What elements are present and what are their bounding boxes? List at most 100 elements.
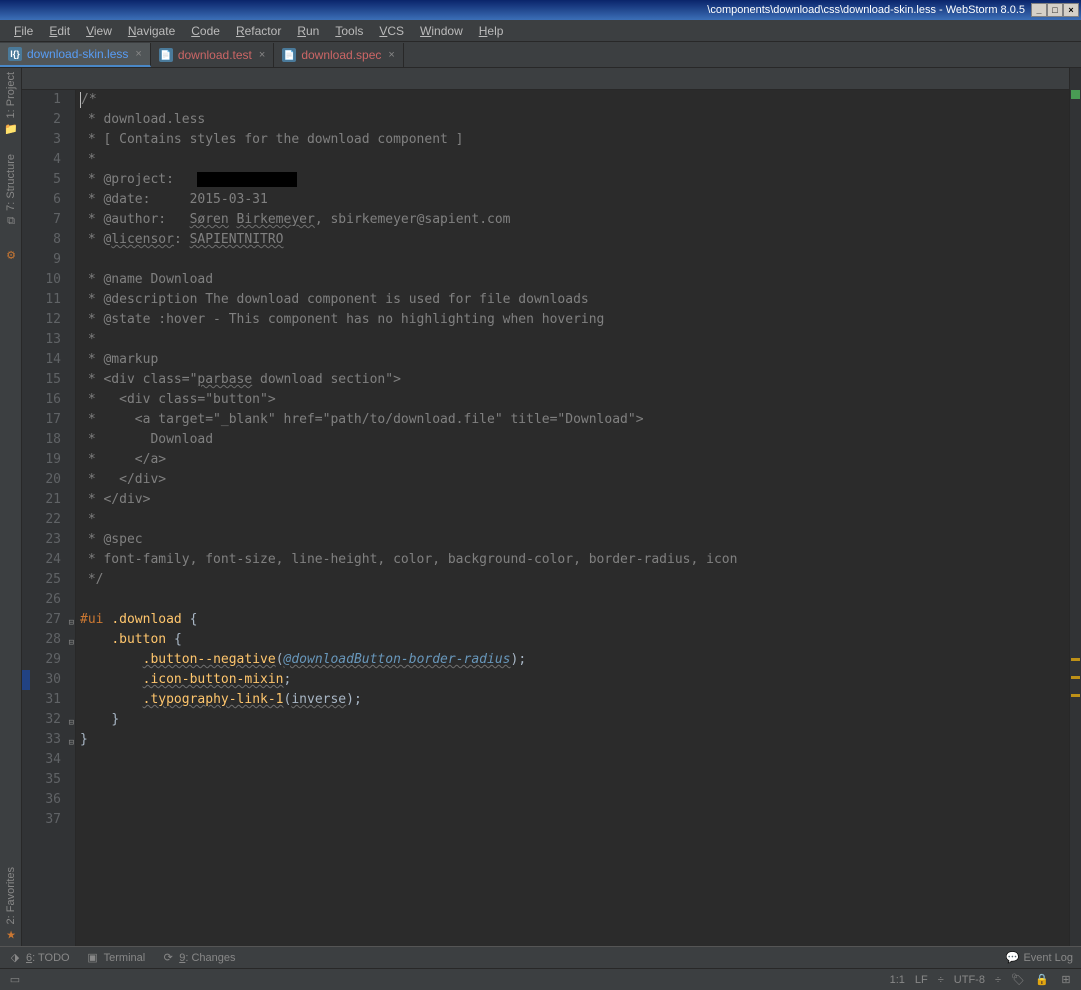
tool-terminal[interactable]: ▣Terminal (86, 951, 146, 965)
event-log-button[interactable]: 💬 Event Log (1005, 951, 1073, 965)
menu-view[interactable]: View (78, 21, 120, 41)
line-number: 10 (22, 270, 75, 290)
close-icon[interactable]: × (388, 49, 394, 61)
tab-download-spec[interactable]: 📄download.spec× (274, 43, 404, 67)
code-line[interactable]: .typography-link-1(inverse); (80, 690, 1069, 710)
rail--project[interactable]: 📁1: Project (4, 72, 18, 136)
line-number: 14 (22, 350, 75, 370)
code-line[interactable]: * </div> (80, 490, 1069, 510)
code-line[interactable]: * (80, 150, 1069, 170)
tab-label: download-skin.less (27, 47, 128, 61)
code-line[interactable] (80, 250, 1069, 270)
line-number: 18 (22, 430, 75, 450)
menu-edit[interactable]: Edit (41, 21, 78, 41)
tool--todo[interactable]: ⬗6: TODO (8, 951, 70, 965)
code-line[interactable]: .button { (80, 630, 1069, 650)
code-line[interactable] (80, 770, 1069, 790)
tab-download-test[interactable]: 📄download.test× (151, 43, 275, 67)
titlebar: \components\download\css\download-skin.l… (0, 0, 1081, 20)
code-line[interactable]: * download.less (80, 110, 1069, 130)
line-number: 19 (22, 450, 75, 470)
line-number: 7 (22, 210, 75, 230)
lock-icon[interactable]: 🔒 (1035, 973, 1049, 987)
minimize-button[interactable]: _ (1031, 3, 1047, 17)
code-line[interactable]: */ (80, 570, 1069, 590)
line-number: 1 (22, 90, 75, 110)
code-line[interactable]: * @spec (80, 530, 1069, 550)
warning-marker[interactable] (1071, 694, 1080, 697)
menubar: FileEditViewNavigateCodeRefactorRunTools… (0, 20, 1081, 42)
menu-help[interactable]: Help (471, 21, 512, 41)
code-line[interactable]: * <div class="parbase download section"> (80, 370, 1069, 390)
change-marker (22, 670, 30, 690)
code-line[interactable]: * @state :hover - This component has no … (80, 310, 1069, 330)
code-line[interactable]: * @markup (80, 350, 1069, 370)
rail--structure[interactable]: ⧉7: Structure (4, 154, 18, 229)
line-number: 11 (22, 290, 75, 310)
inspection-icon[interactable]: 🏷 (1011, 973, 1025, 987)
line-number: 21 (22, 490, 75, 510)
tab-download-skin-less[interactable]: l{}download-skin.less× (0, 43, 151, 67)
line-number: 16 (22, 390, 75, 410)
rail--favorites[interactable]: ★2: Favorites (4, 867, 18, 942)
menu-code[interactable]: Code (183, 21, 228, 41)
code-line[interactable]: * @date: 2015-03-31 (80, 190, 1069, 210)
menu-file[interactable]: File (6, 21, 41, 41)
menu-refactor[interactable]: Refactor (228, 21, 289, 41)
maximize-button[interactable]: □ (1047, 3, 1063, 17)
line-number: 27⊟ (22, 610, 75, 630)
code-line[interactable]: * @description The download component is… (80, 290, 1069, 310)
close-icon[interactable]: × (135, 48, 141, 60)
code-line[interactable]: * @name Download (80, 270, 1069, 290)
error-stripe[interactable] (1069, 68, 1081, 946)
code-line[interactable]: .icon-button-mixin; (80, 670, 1069, 690)
tool-label: 9: Changes (179, 952, 235, 964)
line-number: 37 (22, 810, 75, 830)
code-line[interactable]: * <div class="button"> (80, 390, 1069, 410)
code-line[interactable]: * </div> (80, 470, 1069, 490)
line-number: 24 (22, 550, 75, 570)
warning-marker[interactable] (1071, 676, 1080, 679)
line-number: 35 (22, 770, 75, 790)
code-line[interactable] (80, 590, 1069, 610)
code-line[interactable]: * (80, 330, 1069, 350)
code-line[interactable]: * </a> (80, 450, 1069, 470)
code-line[interactable] (80, 790, 1069, 810)
code-line[interactable]: } (80, 730, 1069, 750)
status-icon: ▭ (8, 973, 22, 987)
code-line[interactable]: /* (80, 90, 1069, 110)
code-line[interactable]: * Download (80, 430, 1069, 450)
encoding[interactable]: UTF-8 (954, 974, 985, 986)
code-line[interactable]: * [ Contains styles for the download com… (80, 130, 1069, 150)
menu-run[interactable]: Run (289, 21, 327, 41)
code-line[interactable]: * font-family, font-size, line-height, c… (80, 550, 1069, 570)
code-line[interactable]: * <a target="_blank" href="path/to/downl… (80, 410, 1069, 430)
menu-vcs[interactable]: VCS (371, 21, 412, 41)
code-line[interactable] (80, 810, 1069, 830)
analysis-ok-icon (1071, 90, 1080, 99)
menu-navigate[interactable]: Navigate (120, 21, 183, 41)
memory-icon[interactable]: ⊞ (1059, 973, 1073, 987)
line-number: 13 (22, 330, 75, 350)
line-number: 5 (22, 170, 75, 190)
menu-tools[interactable]: Tools (327, 21, 371, 41)
code-area[interactable]: /* * download.less * [ Contains styles f… (76, 68, 1069, 946)
warning-marker[interactable] (1071, 658, 1080, 661)
code-line[interactable]: } (80, 710, 1069, 730)
tool--changes[interactable]: ⟳9: Changes (161, 951, 235, 965)
close-icon[interactable]: × (259, 49, 265, 61)
code-line[interactable] (80, 750, 1069, 770)
line-ending[interactable]: LF (915, 974, 928, 986)
code-line[interactable]: * @project: (80, 170, 1069, 190)
menu-window[interactable]: Window (412, 21, 471, 41)
code-line[interactable]: * @author: Søren Birkemeyer, sbirkemeyer… (80, 210, 1069, 230)
editor[interactable]: 1234567891011121314151617181920212223242… (22, 68, 1081, 946)
line-number: 32⊟ (22, 710, 75, 730)
code-line[interactable]: * (80, 510, 1069, 530)
close-button[interactable]: × (1063, 3, 1079, 17)
code-line[interactable]: #ui .download { (80, 610, 1069, 630)
code-line[interactable]: .button--negative(@downloadButton-border… (80, 650, 1069, 670)
rail-icon[interactable]: ⚙ (4, 247, 18, 261)
line-number: 12 (22, 310, 75, 330)
code-line[interactable]: * @licensor: SAPIENTNITRO (80, 230, 1069, 250)
